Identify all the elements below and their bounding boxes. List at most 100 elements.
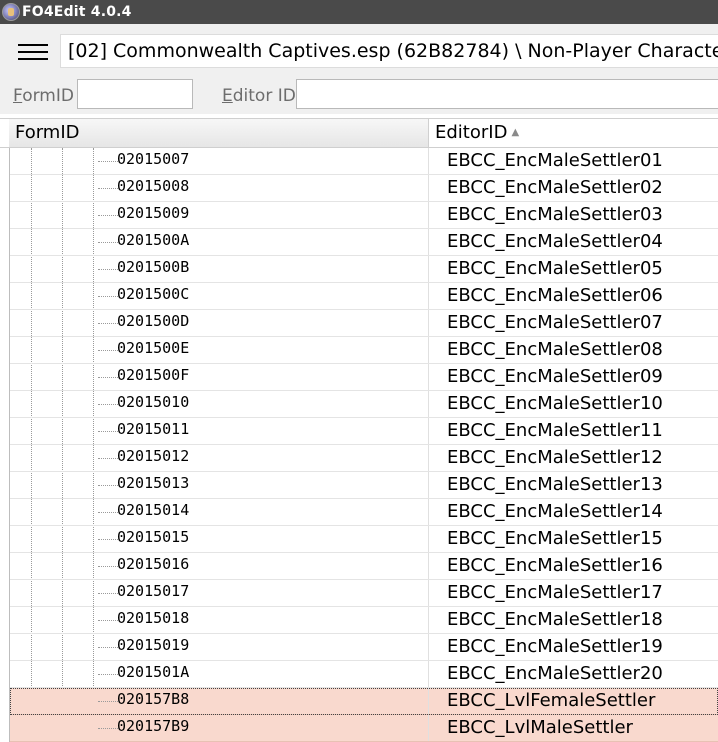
table-row[interactable]: 0201500D EBCC_EncMaleSettler07 xyxy=(10,310,718,337)
column-separator xyxy=(428,256,429,282)
column-separator xyxy=(428,634,429,660)
formid-cell: 0201500B xyxy=(117,258,190,276)
table-row[interactable]: 02015019 EBCC_EncMaleSettler19 xyxy=(10,634,718,661)
formid-cell: 0201500F xyxy=(117,366,190,384)
tree-branch-line xyxy=(98,269,118,270)
filter-bar: FormID Editor ID xyxy=(0,78,718,114)
editorid-filter-input[interactable] xyxy=(296,79,718,109)
formid-cell: 02015009 xyxy=(117,204,190,222)
tree-branch-line xyxy=(98,485,118,486)
table-row[interactable]: 0201500C EBCC_EncMaleSettler06 xyxy=(10,283,718,310)
formid-cell: 02015011 xyxy=(117,420,190,438)
editorid-cell: EBCC_EncMaleSettler15 xyxy=(447,528,663,549)
tree-branch-line xyxy=(98,647,118,648)
column-separator xyxy=(428,364,429,390)
record-grid[interactable]: 02015007 EBCC_EncMaleSettler01 02015008 EBC… xyxy=(0,148,718,742)
column-header-editorid[interactable]: EditorID ▲ xyxy=(429,119,718,147)
column-separator xyxy=(428,661,429,687)
hamburger-menu-icon[interactable] xyxy=(14,38,54,68)
table-row[interactable]: 02015010 EBCC_EncMaleSettler10 xyxy=(10,391,718,418)
tree-branch-line xyxy=(98,701,118,702)
column-separator xyxy=(428,229,429,255)
formid-cell: 0201500C xyxy=(117,285,190,303)
tree-branch-line xyxy=(98,323,118,324)
formid-cell: 02015013 xyxy=(117,474,190,492)
table-row[interactable]: 02015014 EBCC_EncMaleSettler14 xyxy=(10,499,718,526)
editorid-cell: EBCC_EncMaleSettler08 xyxy=(447,339,663,360)
column-separator xyxy=(428,175,429,201)
column-separator xyxy=(428,526,429,552)
tree-branch-line xyxy=(98,728,118,729)
formid-cell: 0201500A xyxy=(117,231,190,249)
tree-branch-line xyxy=(98,188,118,189)
table-row[interactable]: 0201500A EBCC_EncMaleSettler04 xyxy=(10,229,718,256)
column-separator xyxy=(428,688,429,714)
formid-cell: 02015016 xyxy=(117,555,190,573)
table-row[interactable]: 02015015 EBCC_EncMaleSettler15 xyxy=(10,526,718,553)
tree-branch-line xyxy=(98,674,118,675)
editorid-cell: EBCC_EncMaleSettler13 xyxy=(447,474,663,495)
editorid-cell: EBCC_EncMaleSettler16 xyxy=(447,555,663,576)
column-separator xyxy=(428,283,429,309)
editorid-cell: EBCC_EncMaleSettler02 xyxy=(447,177,663,198)
tree-branch-line xyxy=(98,215,118,216)
tree-branch-line xyxy=(98,512,118,513)
editorid-cell: EBCC_LvlFemaleSettler xyxy=(447,690,656,711)
column-separator xyxy=(428,445,429,471)
tree-branch-line xyxy=(98,350,118,351)
table-row[interactable]: 020157B9 EBCC_LvlMaleSettler xyxy=(10,715,718,742)
window-titlebar[interactable]: FO4Edit 4.0.4 xyxy=(0,0,718,24)
table-row[interactable]: 020157B8 EBCC_LvlFemaleSettler xyxy=(10,688,718,715)
column-separator xyxy=(428,607,429,633)
table-row[interactable]: 02015017 EBCC_EncMaleSettler17 xyxy=(10,580,718,607)
tree-branch-line xyxy=(98,539,118,540)
formid-cell: 02015008 xyxy=(117,177,190,195)
formid-cell: 02015014 xyxy=(117,501,190,519)
table-row[interactable]: 02015007 EBCC_EncMaleSettler01 xyxy=(10,148,718,175)
record-path-display[interactable]: [02] Commonwealth Captives.esp (62B82784… xyxy=(60,34,718,68)
editorid-cell: EBCC_LvlMaleSettler xyxy=(447,717,633,738)
window-title: FO4Edit 4.0.4 xyxy=(22,4,132,20)
tree-branch-line xyxy=(98,377,118,378)
editorid-cell: EBCC_EncMaleSettler03 xyxy=(447,204,663,225)
column-separator xyxy=(428,472,429,498)
tree-branch-line xyxy=(98,404,118,405)
table-row[interactable]: 02015012 EBCC_EncMaleSettler12 xyxy=(10,445,718,472)
column-separator xyxy=(428,337,429,363)
formid-cell: 0201500E xyxy=(117,339,190,357)
tree-branch-line xyxy=(98,242,118,243)
table-row[interactable]: 0201500E EBCC_EncMaleSettler08 xyxy=(10,337,718,364)
path-bar: [02] Commonwealth Captives.esp (62B82784… xyxy=(0,24,718,78)
formid-cell: 02015012 xyxy=(117,447,190,465)
app-icon[interactable] xyxy=(2,3,20,21)
column-header-formid[interactable]: FormID xyxy=(9,119,429,147)
editorid-cell: EBCC_EncMaleSettler19 xyxy=(447,636,663,657)
formid-cell: 02015015 xyxy=(117,528,190,546)
editorid-cell: EBCC_EncMaleSettler11 xyxy=(447,420,663,441)
table-row[interactable]: 0201500F EBCC_EncMaleSettler09 xyxy=(10,364,718,391)
editorid-cell: EBCC_EncMaleSettler12 xyxy=(447,447,663,468)
table-row[interactable]: 02015009 EBCC_EncMaleSettler03 xyxy=(10,202,718,229)
table-row[interactable]: 02015011 EBCC_EncMaleSettler11 xyxy=(10,418,718,445)
formid-filter-label: FormID xyxy=(13,86,74,106)
table-row[interactable]: 02015016 EBCC_EncMaleSettler16 xyxy=(10,553,718,580)
formid-cell: 02015007 xyxy=(117,150,190,168)
column-separator xyxy=(428,553,429,579)
formid-cell: 0201500D xyxy=(117,312,190,330)
formid-cell: 020157B9 xyxy=(117,717,190,735)
table-row[interactable]: 0201501A EBCC_EncMaleSettler20 xyxy=(10,661,718,688)
formid-cell: 02015010 xyxy=(117,393,190,411)
editorid-cell: EBCC_EncMaleSettler17 xyxy=(447,582,663,603)
formid-cell: 020157B8 xyxy=(117,690,190,708)
sort-ascending-icon: ▲ xyxy=(511,127,520,138)
tree-branch-line xyxy=(98,593,118,594)
formid-cell: 02015018 xyxy=(117,609,190,627)
formid-filter-input[interactable] xyxy=(77,79,193,109)
formid-cell: 02015017 xyxy=(117,582,190,600)
table-row[interactable]: 02015018 EBCC_EncMaleSettler18 xyxy=(10,607,718,634)
table-row[interactable]: 02015008 EBCC_EncMaleSettler02 xyxy=(10,175,718,202)
column-separator xyxy=(428,202,429,228)
table-row[interactable]: 0201500B EBCC_EncMaleSettler05 xyxy=(10,256,718,283)
table-row[interactable]: 02015013 EBCC_EncMaleSettler13 xyxy=(10,472,718,499)
tree-branch-line xyxy=(98,620,118,621)
